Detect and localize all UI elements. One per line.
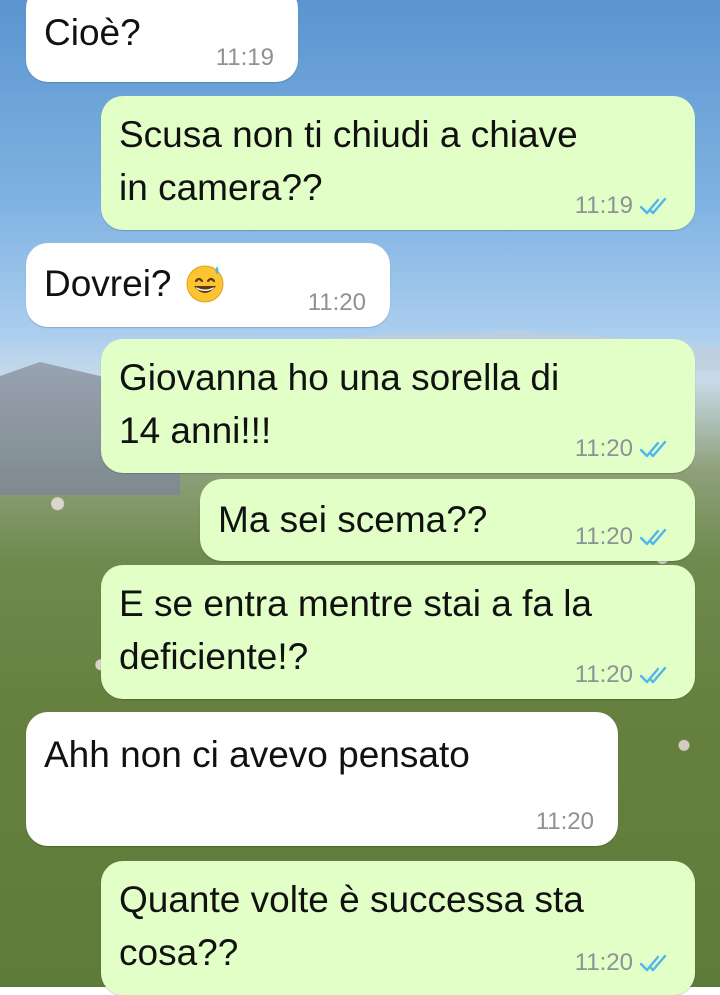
message-line: Quante volte è successa sta bbox=[119, 879, 584, 920]
message-meta: 11:20 bbox=[308, 289, 366, 317]
double-check-icon bbox=[639, 440, 667, 458]
message-time: 11:20 bbox=[307, 289, 366, 316]
message-time: 11:20 bbox=[535, 808, 594, 835]
double-check-icon bbox=[639, 954, 667, 972]
message-time: 11:20 bbox=[574, 523, 633, 550]
message-line: E se entra mentre stai a fa la bbox=[119, 583, 593, 624]
message-meta: 11:20 bbox=[575, 435, 671, 463]
message-meta: 11:20 bbox=[575, 949, 671, 977]
double-check-icon bbox=[639, 197, 667, 215]
message-text: Ahh non ci avevo pensato bbox=[44, 734, 470, 775]
message-bubble-outgoing[interactable]: Ma sei scema?? 11:20 bbox=[200, 479, 695, 561]
message-line: Giovanna ho una sorella di bbox=[119, 357, 560, 398]
message-bubble-outgoing[interactable]: Giovanna ho una sorella di 14 anni!!! 11… bbox=[101, 339, 695, 473]
message-meta: 11:20 bbox=[575, 523, 671, 551]
double-check-icon bbox=[639, 528, 667, 546]
message-bubble-incoming[interactable]: Dovrei? 11:20 bbox=[26, 243, 390, 327]
message-bubble-outgoing[interactable]: Scusa non ti chiudi a chiave in camera??… bbox=[101, 96, 695, 230]
message-time: 11:20 bbox=[574, 949, 633, 976]
message-bubble-outgoing[interactable]: E se entra mentre stai a fa la deficient… bbox=[101, 565, 695, 699]
message-time: 11:19 bbox=[215, 44, 274, 71]
message-meta: 11:19 bbox=[216, 44, 274, 72]
message-bubble-outgoing[interactable]: Quante volte è successa sta cosa?? 11:20 bbox=[101, 861, 695, 995]
message-time: 11:19 bbox=[574, 192, 633, 219]
message-meta: 11:20 bbox=[575, 661, 671, 689]
message-line: Scusa non ti chiudi a chiave bbox=[119, 114, 578, 155]
message-text-content: Dovrei? bbox=[44, 263, 172, 304]
message-bubble-incoming[interactable]: Ahh non ci avevo pensato 11:20 bbox=[26, 712, 618, 846]
message-time: 11:20 bbox=[574, 435, 633, 462]
grinning-sweat-emoji-icon bbox=[186, 265, 223, 303]
double-check-icon bbox=[639, 666, 667, 684]
message-time: 11:20 bbox=[574, 661, 633, 688]
message-meta: 11:19 bbox=[575, 192, 671, 220]
message-bubble-incoming[interactable]: Cioè? 11:19 bbox=[26, 0, 298, 82]
message-meta: 11:20 bbox=[536, 808, 594, 836]
